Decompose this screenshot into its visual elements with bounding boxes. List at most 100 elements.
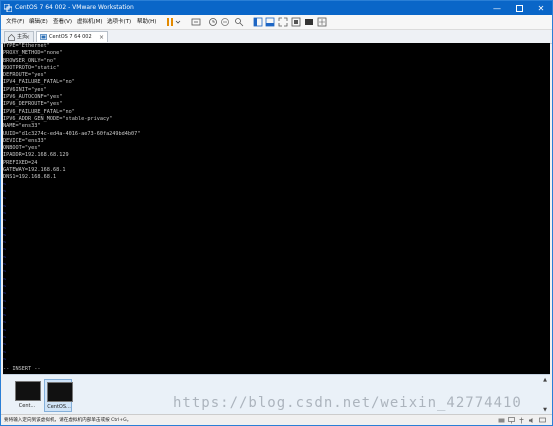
menu-edit[interactable]: 编辑(E) — [29, 16, 48, 28]
menu-view[interactable]: 查看(V) — [53, 16, 72, 28]
close-tab-icon[interactable]: × — [25, 32, 30, 43]
close-icon: ✕ — [537, 3, 545, 13]
vim-empty-line-marker: ~ — [3, 276, 7, 283]
tab-vm-label: CentOS 7 64 002 — [49, 34, 92, 40]
display-icon[interactable] — [539, 417, 546, 424]
scroll-up-icon[interactable]: ▲ — [543, 377, 547, 383]
snapshot-icon[interactable] — [208, 17, 218, 27]
vim-empty-line-marker: ~ — [3, 269, 7, 276]
vim-mode-indicator: -- INSERT -- — [3, 366, 41, 372]
tab-vm[interactable]: CentOS 7 64 002 × — [36, 31, 108, 42]
terminal-line: DNS1=192.168.68.1 — [3, 174, 57, 181]
stretch-view-icon[interactable] — [317, 17, 327, 27]
minimize-button[interactable]: — — [486, 1, 508, 15]
vim-empty-line-marker: ~ — [3, 196, 7, 203]
vim-empty-line-marker: ~ — [3, 356, 7, 363]
vmware-app-icon — [4, 4, 12, 12]
thumbnail-label: Cent... — [18, 403, 36, 409]
terminal-line: PROXY_METHOD="none" — [3, 50, 63, 57]
chevron-down-icon[interactable] — [175, 17, 181, 27]
thumbnail-screen — [15, 381, 41, 401]
terminal-line: BOOTPROTO="static" — [3, 64, 60, 71]
snapshot-manager-icon[interactable] — [234, 17, 244, 27]
scroll-down-icon[interactable]: ▼ — [543, 407, 547, 413]
sound-icon[interactable] — [528, 417, 535, 424]
menu-file[interactable]: 文件(F) — [6, 16, 24, 28]
vim-empty-line-marker: ~ — [3, 240, 7, 247]
vim-empty-line-marker: ~ — [3, 203, 7, 210]
vim-empty-line-marker: ~ — [3, 320, 7, 327]
vim-empty-line-marker: ~ — [3, 283, 7, 290]
thumbnail-vm-1[interactable]: Cent... — [13, 379, 41, 412]
window-title: CentOS 7 64 002 - VMware Workstation — [15, 4, 134, 11]
vim-empty-line-marker: ~ — [3, 291, 7, 298]
show-library-icon[interactable] — [253, 17, 263, 27]
console-view-icon[interactable] — [304, 17, 314, 27]
vim-empty-line-marker: ~ — [3, 254, 7, 261]
vim-empty-line-marker: ~ — [3, 225, 7, 232]
terminal-line: IPV6_FAILURE_FATAL="no" — [3, 108, 75, 115]
watermark: https://blog.csdn.net/weixin_42774410 — [173, 395, 522, 411]
terminal-line: BROWSER_ONLY="no" — [3, 57, 57, 64]
status-bar: 要将输入定向到该虚拟机，请在虚拟机内部单击或按 Ctrl+G。 — [1, 414, 552, 425]
vim-empty-line-marker: ~ — [3, 335, 7, 341]
fullscreen-icon[interactable] — [278, 17, 288, 27]
hard-disk-icon[interactable] — [498, 417, 505, 424]
vim-empty-line-marker: ~ — [3, 342, 7, 349]
status-text: 要将输入定向到该虚拟机，请在虚拟机内部单击或按 Ctrl+G。 — [4, 418, 132, 423]
unity-mode-icon[interactable] — [291, 17, 301, 27]
vim-empty-line-marker: ~ — [3, 327, 7, 334]
maximize-icon — [515, 4, 523, 12]
home-icon — [8, 34, 15, 41]
send-ctrl-alt-del-icon[interactable] — [191, 17, 201, 27]
terminal-line: ONBOOT="yes" — [3, 145, 41, 152]
revert-snapshot-icon[interactable] — [220, 17, 230, 27]
vim-empty-line-marker: ~ — [3, 181, 7, 188]
maximize-button[interactable] — [508, 1, 530, 15]
terminal-line: UUID="d1c3274c-ed4a-4016-ae73-60fa249bd4… — [3, 130, 141, 137]
vim-empty-line-marker: ~ — [3, 262, 7, 268]
vm-console[interactable]: TYPE="Ethernet" PROXY_METHOD="none" BROWSE… — [3, 43, 550, 374]
terminal-line: IPV4_FAILURE_FATAL="no" — [3, 79, 75, 86]
vim-empty-line-marker: ~ — [3, 305, 7, 312]
pause-icon[interactable] — [165, 17, 175, 27]
vim-empty-line-marker: ~ — [3, 218, 7, 225]
terminal-line: DEFROUTE="yes" — [3, 72, 47, 79]
terminal-line: IPV6_AUTOCONF="yes" — [3, 94, 63, 101]
menu-vm[interactable]: 虚拟机(M) — [77, 16, 103, 28]
close-window-button[interactable]: ✕ — [530, 1, 552, 15]
vm-icon — [40, 34, 47, 40]
vim-empty-line-marker: ~ — [3, 349, 7, 356]
vim-empty-line-marker: ~ — [3, 313, 7, 320]
thumbnail-screen — [47, 382, 73, 402]
vmware-window: CentOS 7 64 002 - VMware Workstation — ✕… — [0, 0, 553, 426]
terminal-line: DEVICE="ens33" — [3, 137, 47, 144]
vim-empty-line-marker: ~ — [3, 232, 7, 239]
thumbnail-vm-2[interactable]: CentOS... — [44, 379, 73, 412]
terminal-line: GATEWAY=192.168.68.1 — [3, 167, 66, 174]
tab-bar: 主页 × CentOS 7 64 002 × — [1, 30, 552, 44]
usb-icon[interactable] — [518, 417, 525, 424]
network-icon[interactable] — [508, 417, 515, 424]
terminal-line: IPADDR=192.168.68.129 — [3, 152, 69, 159]
terminal-line: PREFIXED=24 — [3, 159, 38, 166]
terminal-text: TYPE="Ethernet" PROXY_METHOD="none" BROWSE… — [3, 43, 140, 182]
vim-empty-line-marker: ~ — [3, 298, 7, 305]
terminal-line: IPV6INIT="yes" — [3, 86, 47, 93]
vim-empty-line-marker: ~ — [3, 247, 7, 254]
terminal-line: IPV6_ADDR_GEN_MODE="stable-privacy" — [3, 115, 113, 122]
terminal-line: TYPE="Ethernet" — [3, 43, 50, 49]
vim-empty-line-marker: ~ — [3, 210, 7, 217]
close-tab-icon[interactable]: × — [99, 32, 104, 43]
vim-empty-line-marker: ~ — [3, 189, 7, 195]
minimize-icon: — — [493, 3, 501, 13]
thumbnail-label: CentOS... — [47, 404, 71, 410]
menu-help[interactable]: 帮助(H) — [137, 16, 156, 28]
terminal-line: IPV6_DEFROUTE="yes" — [3, 101, 63, 108]
terminal-line: NAME="ens33" — [3, 123, 41, 130]
menu-tabs[interactable]: 选项卡(T) — [107, 16, 131, 28]
menu-bar: 文件(F) 编辑(E) 查看(V) 虚拟机(M) 选项卡(T) 帮助(H) — [1, 15, 552, 30]
thumbnail-bar-icon[interactable] — [265, 17, 275, 27]
tab-home[interactable]: 主页 × — [4, 31, 34, 42]
title-bar: CentOS 7 64 002 - VMware Workstation — ✕ — [1, 1, 552, 15]
